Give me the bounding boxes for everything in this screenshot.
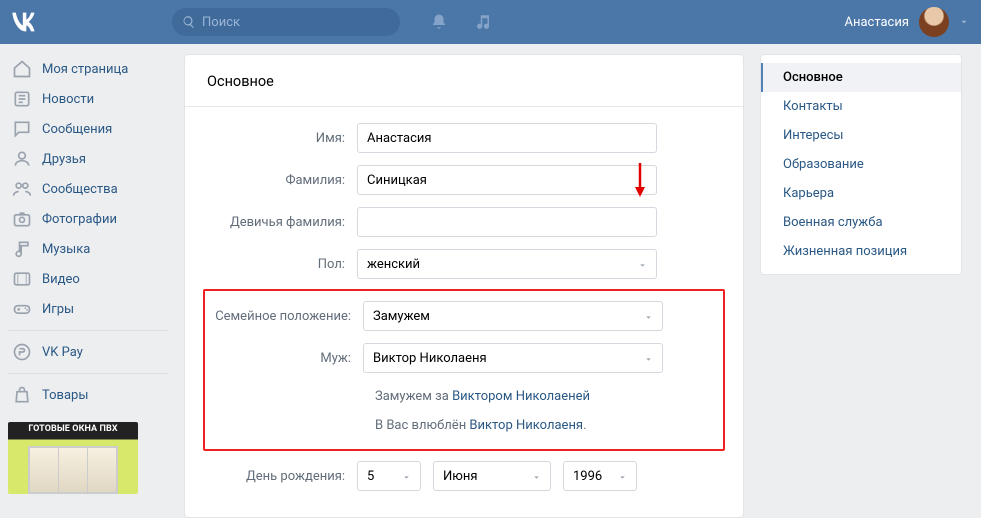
section-career[interactable]: Карьера [761,179,961,208]
header-icons [430,13,492,31]
left-nav: Моя страница Новости Сообщения Друзья Со… [8,54,168,518]
in-love-line: В Вас влюблён Виктор Николаеня. [375,414,715,443]
settings-form-card: Основное Имя: Анастасия Фамилия: Синицка… [184,54,744,518]
nav-my-page[interactable]: Моя страница [8,54,168,84]
avatar [919,7,949,37]
surname-label: Фамилия: [207,173,357,188]
in-love-link[interactable]: Виктор Николаеня [469,418,583,433]
spouse-select[interactable]: Виктор Николаеня [363,343,663,373]
search-icon [182,15,196,29]
nav-divider [8,373,168,374]
settings-form: Имя: Анастасия Фамилия: Синицкая Девичья… [185,107,743,491]
user-name: Анастасия [844,15,909,30]
user-menu[interactable]: Анастасия [844,7,969,37]
ad-window-image [28,446,118,494]
nav-goods[interactable]: Товары [8,380,168,410]
dob-day-select[interactable]: 5 [357,461,421,491]
nav-photos[interactable]: Фотографии [8,204,168,234]
chevron-down-icon [402,473,411,482]
name-field[interactable]: Анастасия [357,123,657,153]
settings-sections-nav: Основное Контакты Интересы Образование К… [760,54,962,275]
section-contacts[interactable]: Контакты [761,92,961,121]
pay-icon [12,342,32,362]
section-title: Основное [185,55,743,107]
chevron-down-icon [959,17,969,27]
ad-banner[interactable]: ГОТОВЫЕ ОКНА ПВХ [8,422,138,494]
chevron-down-icon [618,473,627,482]
home-icon [12,59,32,79]
nav-music[interactable]: Музыка [8,234,168,264]
music-icon [12,239,32,259]
gamepad-icon [12,299,32,319]
nav-messages[interactable]: Сообщения [8,114,168,144]
sex-select[interactable]: женский [357,249,657,279]
section-life-position[interactable]: Жизненная позиция [761,237,961,266]
bell-icon[interactable] [430,13,448,31]
camera-icon [12,209,32,229]
section-education[interactable]: Образование [761,150,961,179]
nav-friends[interactable]: Друзья [8,144,168,174]
sex-label: Пол: [207,257,357,272]
section-general[interactable]: Основное [761,63,961,92]
relationship-highlight-box: Семейное положение: Замужем Муж: Виктор … [203,289,725,451]
groups-icon [12,179,32,199]
messages-icon [12,119,32,139]
relation-select[interactable]: Замужем [363,301,663,331]
maiden-label: Девичья фамилия: [207,215,357,230]
section-military[interactable]: Военная служба [761,208,961,237]
dob-month-select[interactable]: Июня [433,461,551,491]
nav-divider [8,330,168,331]
chevron-down-icon [644,355,653,364]
chevron-down-icon [532,473,541,482]
search-input[interactable]: Поиск [172,8,400,36]
header-bar: Поиск Анастасия [0,0,981,44]
section-interests[interactable]: Интересы [761,121,961,150]
nav-vkpay[interactable]: VK Pay [8,337,168,367]
relation-label: Семейное положение: [213,309,363,324]
chevron-down-icon [644,313,653,322]
maiden-field[interactable] [357,207,657,237]
nav-games[interactable]: Игры [8,294,168,324]
friends-icon [12,149,32,169]
bag-icon [12,385,32,405]
music-note-icon[interactable] [474,13,492,31]
nav-groups[interactable]: Сообщества [8,174,168,204]
dob-year-select[interactable]: 1996 [563,461,637,491]
ad-text: ГОТОВЫЕ ОКНА ПВХ [8,422,138,436]
search-placeholder: Поиск [202,15,240,30]
video-icon [12,269,32,289]
surname-field[interactable]: Синицкая [357,165,657,195]
married-to-link[interactable]: Виктором Николаеней [452,389,590,404]
news-icon [12,89,32,109]
vk-logo[interactable] [8,6,40,38]
nav-news[interactable]: Новости [8,84,168,114]
name-label: Имя: [207,131,357,146]
nav-video[interactable]: Видео [8,264,168,294]
dob-label: День рождения: [207,469,357,484]
main-content: Основное Имя: Анастасия Фамилия: Синицка… [184,54,973,518]
spouse-label: Муж: [213,351,363,366]
married-to-line: Замужем за Виктором Николаеней [375,385,715,414]
chevron-down-icon [638,261,647,270]
